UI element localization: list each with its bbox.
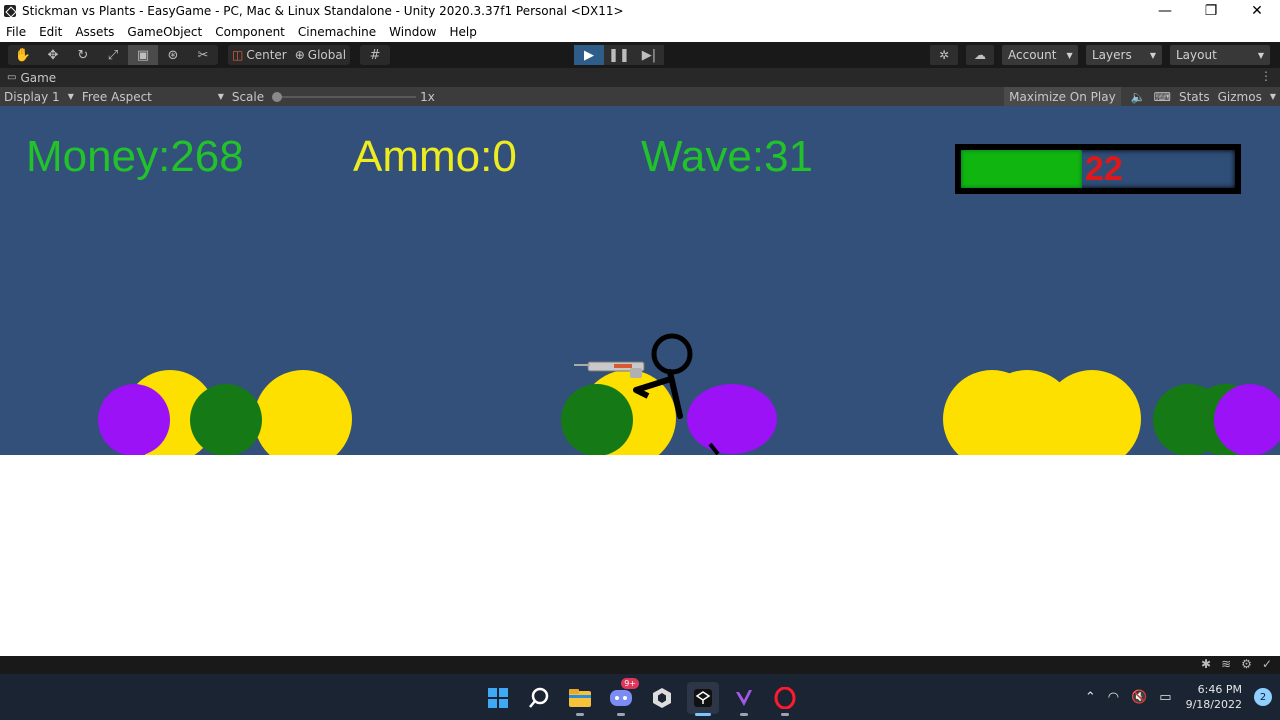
speaker-muted-icon[interactable]: 🔇 [1131,690,1147,705]
rect-tool-icon[interactable]: ▣ [128,45,158,65]
aspect-dropdown[interactable]: Free Aspect ▼ [78,90,228,104]
collab-icon[interactable]: ✲ [930,45,958,65]
menu-cinemachine[interactable]: Cinemachine [298,25,376,39]
maximize-button[interactable]: ❐ [1188,0,1234,22]
money-counter: Money:268 [26,132,244,181]
scale-slider[interactable] [272,87,417,106]
health-value: 22 [1085,150,1123,188]
chevron-down-icon: ▼ [1257,50,1264,60]
layers-dropdown[interactable]: Layers ▼ [1086,45,1162,65]
chevron-down-icon: ▼ [217,92,224,101]
scale-slider-handle[interactable] [272,92,283,102]
visual-studio-icon[interactable] [728,682,760,716]
wave-counter: Wave:31 [641,132,814,181]
keyboard-icon[interactable]: ⌨ [1150,87,1175,106]
space-global-toggle[interactable]: ⊕ Global [291,45,350,65]
maximize-on-play-toggle[interactable]: Maximize On Play [1004,87,1121,106]
health-bar-fill [961,150,1082,188]
hand-tool-icon[interactable]: ✋ [8,45,38,65]
purple-plant [1214,384,1280,455]
step-button[interactable]: ▶| [634,45,664,65]
scale-label: Scale [231,89,265,104]
custom-tool-icon[interactable]: ✂ [188,45,218,65]
pivot-icon: ◫ [232,48,244,62]
chevron-down-icon: ▼ [1269,92,1276,101]
mute-audio-icon[interactable]: 🔈 [1127,87,1150,106]
layout-dropdown[interactable]: Layout ▼ [1170,45,1270,65]
settings-icon[interactable]: ⚙ [1241,657,1252,671]
move-tool-icon[interactable]: ✥ [38,45,68,65]
game-viewport[interactable]: Money:268 Ammo:0 Wave:31 22 [0,106,1280,455]
game-tab-bar: ▭ Game ⋮ [0,68,1280,87]
clock[interactable]: 6:46 PM 9/18/2022 [1186,682,1242,712]
play-button[interactable]: ▶ [574,45,604,65]
pivot-center-toggle[interactable]: ◫ Center [228,45,291,65]
check-icon[interactable]: ✓ [1262,657,1272,671]
windows-taskbar: 9+ ⌃ ◠ 🔇 ▭ 6:46 PM 9/18/2022 2 [0,674,1280,720]
menu-window[interactable]: Window [389,25,436,39]
game-view-options: Display 1 ▼ Free Aspect ▼ Scale 1x Maximiz… [0,87,1280,106]
play-controls: ▶ ❚❚ ▶| [574,45,664,65]
stats-toggle[interactable]: Stats [1175,87,1214,106]
scale-value: 1x [420,89,435,104]
more-options-icon[interactable]: ⋮ [1260,69,1272,83]
grid-snap-icon[interactable]: # [360,45,390,65]
clock-date: 9/18/2022 [1185,698,1242,711]
window-title: Stickman vs Plants - EasyGame - PC, Mac … [22,4,624,18]
menu-file[interactable]: File [6,25,26,39]
green-plant [190,384,262,455]
opera-icon[interactable] [769,682,801,716]
menu-edit[interactable]: Edit [39,25,62,39]
menu-bar: File Edit Assets GameObject Component Ci… [0,22,1280,42]
menu-gameobject[interactable]: GameObject [127,25,202,39]
unity-editor-icon[interactable] [687,682,719,716]
clock-time: 6:46 PM [1197,683,1242,696]
pause-button[interactable]: ❚❚ [604,45,634,65]
display-dropdown[interactable]: Display 1 ▼ [0,90,78,104]
yellow-plant [1043,370,1141,455]
windows-start-icon[interactable] [482,682,514,714]
editor-toolbar: ✋ ✥ ↻ ⤢ ▣ ⊛ ✂ ◫ Center ⊕ Global # ▶ ❚❚ ▶| … [0,42,1280,68]
chevron-down-icon: ▼ [1149,50,1156,60]
rotate-tool-icon[interactable]: ↻ [68,45,98,65]
layers-icon[interactable]: ≋ [1221,657,1231,671]
purple-plant [98,384,170,455]
transform-tools: ✋ ✥ ↻ ⤢ ▣ ⊛ ✂ [8,45,218,65]
battery-icon[interactable]: ▭ [1159,690,1171,705]
chevron-down-icon: ▼ [1066,50,1073,60]
cloud-icon[interactable]: ☁ [966,45,994,65]
health-bar: 22 [955,144,1241,194]
globe-icon: ⊕ [294,48,305,62]
chevron-up-icon[interactable]: ⌃ [1085,690,1096,705]
chevron-down-icon: ▼ [67,92,74,101]
transform-tool-icon[interactable]: ⊛ [158,45,188,65]
close-button[interactable]: ✕ [1234,0,1280,22]
unity-hub-icon[interactable] [646,682,678,714]
discord-badge: 9+ [621,678,639,689]
gun-icon [574,361,645,378]
menu-help[interactable]: Help [450,25,477,39]
tab-game[interactable]: Game [20,71,56,85]
wifi-icon[interactable]: ◠ [1108,690,1119,705]
notification-badge[interactable]: 2 [1254,688,1272,706]
yellow-plant [254,370,352,455]
editor-status-bar: ✱ ≋ ⚙ ✓ [0,656,1280,674]
account-dropdown[interactable]: Account ▼ [1002,45,1078,65]
gizmos-dropdown[interactable]: Gizmos ▼ [1214,87,1280,106]
scale-tool-icon[interactable]: ⤢ [98,45,128,65]
menu-component[interactable]: Component [215,25,285,39]
file-explorer-icon[interactable] [564,682,596,716]
system-tray: ⌃ ◠ 🔇 ▭ 6:46 PM 9/18/2022 2 [1079,674,1280,720]
menu-assets[interactable]: Assets [75,25,114,39]
discord-icon[interactable]: 9+ [605,678,639,716]
ammo-counter: Ammo:0 [353,132,517,181]
gamepad-icon: ▭ [7,72,17,83]
search-icon[interactable] [523,682,555,714]
unity-app-icon [4,5,16,17]
minimize-button[interactable]: — [1142,0,1188,22]
window-titlebar: Stickman vs Plants - EasyGame - PC, Mac … [0,0,1280,22]
empty-editor-area [0,455,1280,656]
debug-icon[interactable]: ✱ [1201,657,1211,671]
stickman-player [574,333,720,455]
